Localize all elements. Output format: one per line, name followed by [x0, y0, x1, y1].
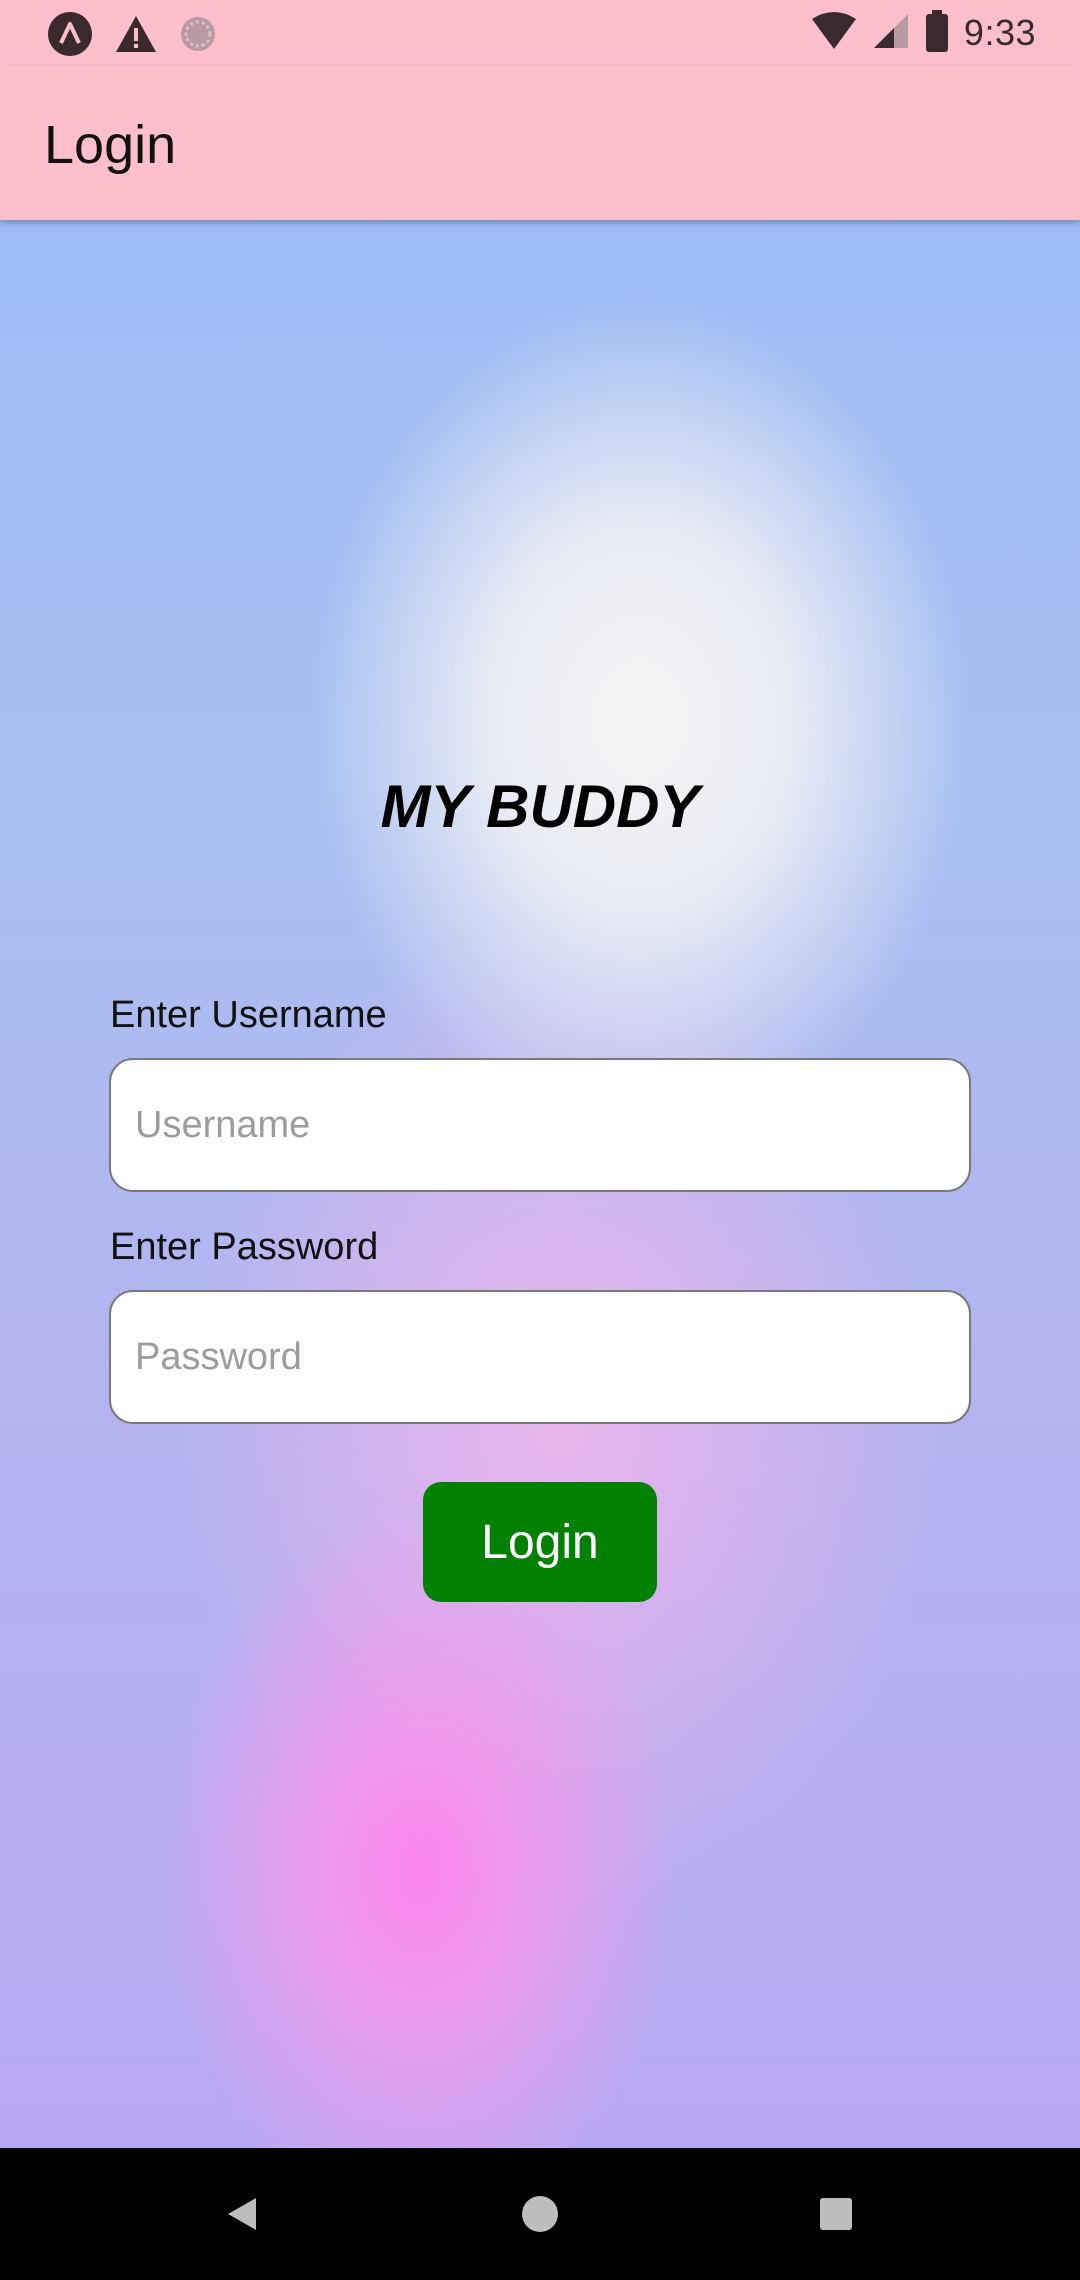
page-title: Login: [44, 115, 177, 175]
login-screen: 9:33 Login MY BUDDY Enter Username Enter…: [0, 0, 1080, 2280]
cellular-signal-icon: [872, 12, 910, 55]
status-right-icons: 9:33: [810, 8, 1036, 58]
password-label: Enter Password: [110, 1226, 379, 1268]
back-button[interactable]: [206, 2178, 278, 2250]
wifi-icon: [810, 11, 858, 56]
battery-icon: [924, 9, 950, 58]
recents-button[interactable]: [800, 2178, 872, 2250]
recents-icon: [820, 2198, 852, 2230]
system-nav-bar: [0, 2148, 1080, 2280]
warning-icon: [114, 12, 158, 61]
login-form-area: MY BUDDY Enter Username Enter Password L…: [0, 220, 1080, 2148]
app-notification-icon: [46, 10, 94, 63]
sync-icon: [178, 14, 218, 59]
app-bar: Login: [0, 66, 1080, 220]
status-left-icons: [46, 10, 218, 63]
back-icon: [228, 2198, 256, 2230]
username-label: Enter Username: [110, 994, 387, 1036]
home-icon: [522, 2196, 558, 2232]
username-input[interactable]: [109, 1058, 971, 1192]
status-bar: 9:33: [0, 0, 1080, 66]
login-button[interactable]: Login: [423, 1482, 657, 1602]
brand-title: MY BUDDY: [380, 773, 700, 840]
home-button[interactable]: [504, 2178, 576, 2250]
password-input[interactable]: [109, 1290, 971, 1424]
status-time: 9:33: [963, 12, 1036, 53]
